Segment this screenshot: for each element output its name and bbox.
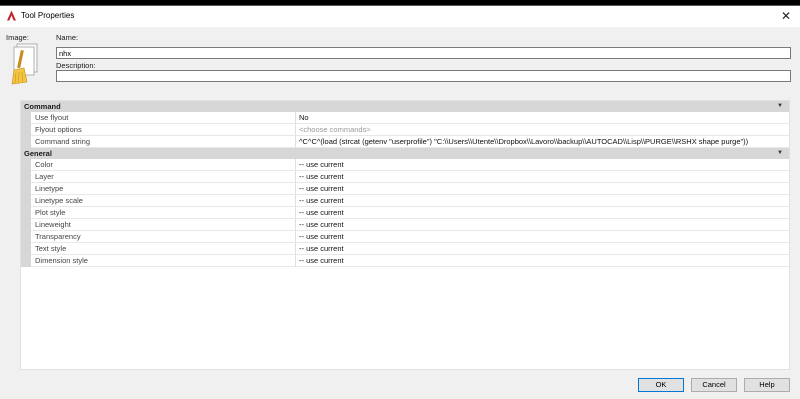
property-name: Plot style	[35, 208, 66, 217]
property-name: Transparency	[35, 232, 81, 241]
category-title: Command	[24, 102, 61, 111]
row-gutter	[21, 231, 31, 243]
property-value[interactable]: -- use current	[295, 219, 789, 230]
property-row-color[interactable]: Color -- use current	[21, 159, 789, 171]
property-value[interactable]: -- use current	[295, 171, 789, 182]
property-value[interactable]: <choose commands>	[295, 124, 789, 135]
property-grid: Command ▼ Use flyout No Flyout options <…	[20, 100, 790, 370]
image-label: Image:	[6, 33, 29, 42]
ok-button[interactable]: OK	[638, 378, 684, 392]
property-name: Linetype scale	[35, 196, 83, 205]
row-gutter	[21, 207, 31, 219]
cancel-button[interactable]: Cancel	[691, 378, 737, 392]
category-command[interactable]: Command ▼	[21, 101, 789, 112]
property-value[interactable]: ^C^C^(load (strcat (getenv "userprofile"…	[295, 136, 789, 147]
property-value[interactable]: -- use current	[295, 195, 789, 206]
property-value[interactable]: -- use current	[295, 183, 789, 194]
property-name: Lineweight	[35, 220, 71, 229]
name-label: Name:	[56, 33, 79, 42]
collapse-arrow-icon[interactable]: ▼	[777, 101, 783, 112]
row-gutter	[21, 243, 31, 255]
property-value[interactable]: -- use current	[295, 231, 789, 242]
name-field[interactable]	[56, 47, 791, 59]
property-name: Dimension style	[35, 256, 88, 265]
property-row-layer[interactable]: Layer -- use current	[21, 171, 789, 183]
property-row-command-string[interactable]: Command string ^C^C^(load (strcat (geten…	[21, 136, 789, 148]
property-value[interactable]: -- use current	[295, 243, 789, 254]
property-row-use-flyout[interactable]: Use flyout No	[21, 112, 789, 124]
row-gutter	[21, 195, 31, 207]
row-gutter	[21, 136, 31, 148]
property-row-transparency[interactable]: Transparency -- use current	[21, 231, 789, 243]
row-gutter	[21, 159, 31, 171]
category-general[interactable]: General ▼	[21, 148, 789, 159]
property-row-text-style[interactable]: Text style -- use current	[21, 243, 789, 255]
property-name: Color	[35, 160, 53, 169]
category-title: General	[24, 149, 52, 158]
title-bar: Tool Properties ✕	[0, 6, 800, 27]
description-field[interactable]	[56, 70, 791, 82]
property-value[interactable]: -- use current	[295, 207, 789, 218]
property-value[interactable]: -- use current	[295, 255, 789, 266]
property-row-dimension-style[interactable]: Dimension style -- use current	[21, 255, 789, 267]
property-value[interactable]: -- use current	[295, 159, 789, 170]
collapse-arrow-icon[interactable]: ▼	[777, 148, 783, 159]
row-gutter	[21, 219, 31, 231]
row-gutter	[21, 171, 31, 183]
property-name: Use flyout	[35, 113, 69, 122]
row-gutter	[21, 112, 31, 124]
property-name: Command string	[35, 137, 91, 146]
property-row-linetype[interactable]: Linetype -- use current	[21, 183, 789, 195]
window-title: Tool Properties	[21, 11, 75, 20]
close-icon[interactable]: ✕	[778, 8, 794, 24]
property-row-linetype-scale[interactable]: Linetype scale -- use current	[21, 195, 789, 207]
row-gutter	[21, 183, 31, 195]
property-name: Flyout options	[35, 125, 82, 134]
broom-tool-icon[interactable]	[6, 42, 40, 88]
property-row-plot-style[interactable]: Plot style -- use current	[21, 207, 789, 219]
tool-properties-dialog: Tool Properties ✕ Image: Name: Descripti…	[0, 5, 800, 399]
description-label: Description:	[56, 61, 96, 70]
property-name: Layer	[35, 172, 54, 181]
autocad-a-icon	[7, 10, 16, 21]
property-value[interactable]: No	[295, 112, 789, 123]
property-name: Text style	[35, 244, 67, 253]
row-gutter	[21, 124, 31, 136]
property-name: Linetype	[35, 184, 64, 193]
help-button[interactable]: Help	[744, 378, 790, 392]
property-row-lineweight[interactable]: Lineweight -- use current	[21, 219, 789, 231]
property-row-flyout-options[interactable]: Flyout options <choose commands>	[21, 124, 789, 136]
row-gutter	[21, 255, 31, 267]
